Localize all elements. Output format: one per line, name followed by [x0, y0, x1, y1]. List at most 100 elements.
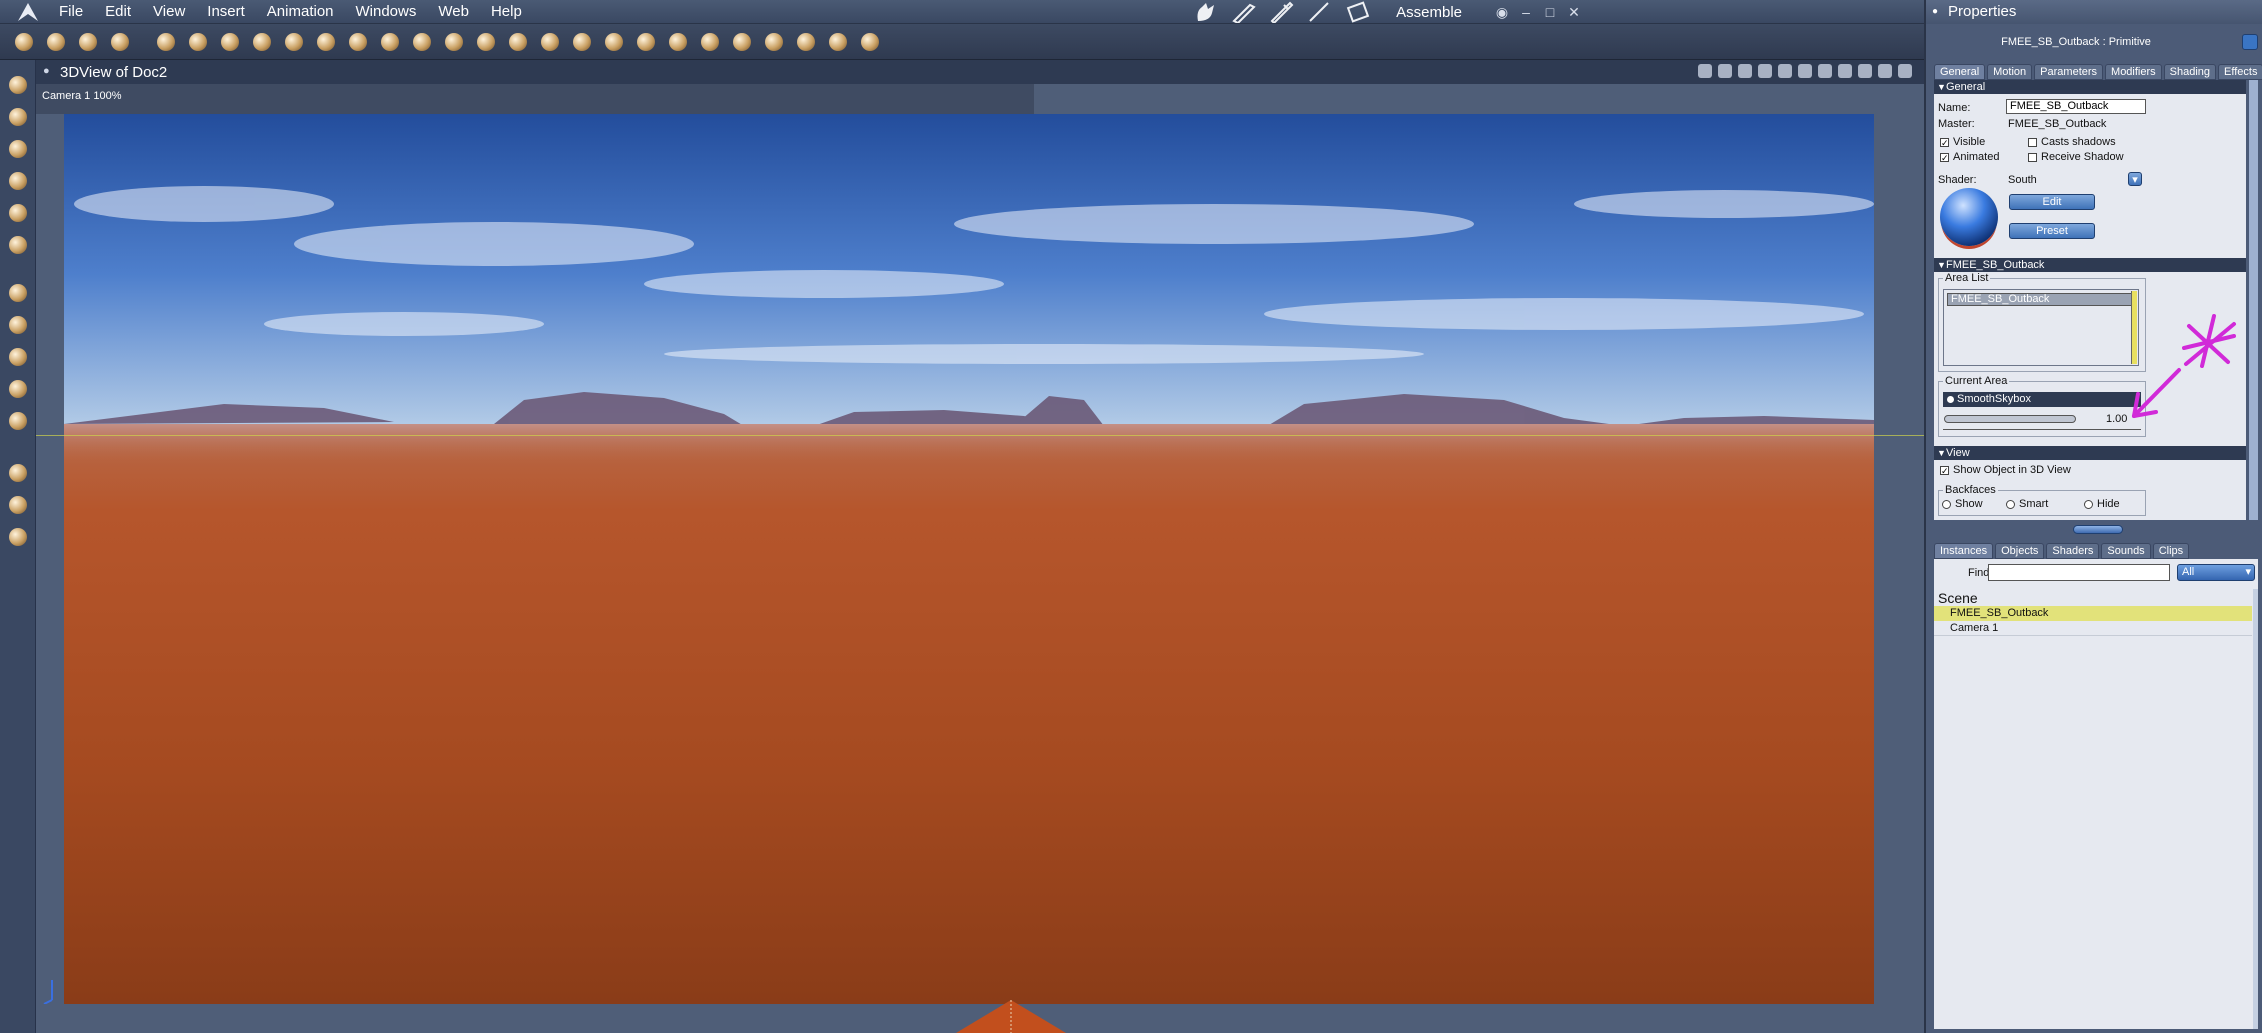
- section-general-header[interactable]: ▼ General: [1934, 80, 2246, 94]
- collapse-triangle-icon[interactable]: ▼: [1937, 258, 1946, 272]
- layers-icon[interactable]: [5, 408, 31, 434]
- text-primitive-icon[interactable]: [312, 28, 340, 56]
- casts-shadows-checkbox[interactable]: [2028, 138, 2037, 147]
- menu-edit[interactable]: Edit: [94, 0, 142, 24]
- backfaces-hide-radio[interactable]: [2084, 500, 2093, 509]
- twist-tool-icon[interactable]: [5, 168, 31, 194]
- tab-shaders[interactable]: Shaders: [2046, 543, 2100, 559]
- move-axis-icon[interactable]: [5, 312, 31, 338]
- plane-primitive-icon[interactable]: [536, 28, 564, 56]
- 3d-viewport[interactable]: Camera 1 100%: [36, 84, 1924, 1033]
- room-hand-icon[interactable]: [1192, 1, 1220, 23]
- menu-web[interactable]: Web: [427, 0, 480, 24]
- move-tool-icon[interactable]: [5, 280, 31, 306]
- hand-primitive-icon[interactable]: [472, 28, 500, 56]
- tab-modifiers[interactable]: Modifiers: [2105, 64, 2162, 80]
- lock-icon[interactable]: [1798, 64, 1812, 78]
- globe-primitive-icon[interactable]: [216, 28, 244, 56]
- shield-icon[interactable]: [1778, 64, 1792, 78]
- visible-checkbox[interactable]: ✓: [1940, 138, 1949, 148]
- sphere-primitive-icon[interactable]: [152, 28, 180, 56]
- room-feather-icon[interactable]: [1306, 1, 1334, 23]
- cube-icon[interactable]: [1858, 64, 1872, 78]
- layout-grid-icon[interactable]: [1758, 64, 1772, 78]
- section-object-header[interactable]: ▼ FMEE_SB_Outback: [1934, 258, 2246, 272]
- scale-tool-icon[interactable]: [5, 344, 31, 370]
- receive-shadow-checkbox[interactable]: [2028, 153, 2037, 162]
- terrain-primitive-icon[interactable]: [376, 28, 404, 56]
- list-item[interactable]: Camera 1: [1934, 621, 2252, 636]
- area-list-item[interactable]: FMEE_SB_Outback: [1947, 293, 2133, 306]
- box-select-icon[interactable]: [5, 104, 31, 130]
- menu-windows[interactable]: Windows: [345, 0, 428, 24]
- navigation-icon[interactable]: [1818, 64, 1832, 78]
- visibility-icon[interactable]: ◉: [1490, 4, 1514, 21]
- camera-icon[interactable]: [5, 460, 31, 486]
- tab-parameters[interactable]: Parameters: [2034, 64, 2104, 80]
- cluster-primitive-icon[interactable]: [504, 28, 532, 56]
- maximize-button[interactable]: □: [1538, 4, 1562, 20]
- cylinder-primitive-icon[interactable]: [632, 28, 660, 56]
- agc-primitive-icon[interactable]: [568, 28, 596, 56]
- tab-general[interactable]: General: [1934, 64, 1986, 80]
- animated-checkbox[interactable]: ✓: [1940, 153, 1949, 163]
- collapse-triangle-icon[interactable]: ▼: [1937, 80, 1946, 94]
- layout-quad-icon[interactable]: [1738, 64, 1752, 78]
- show-object-checkbox[interactable]: ✓: [1940, 466, 1949, 476]
- tab-motion[interactable]: Motion: [1987, 64, 2033, 80]
- room-brush-icon[interactable]: [1230, 1, 1258, 23]
- close-button[interactable]: ✕: [1562, 4, 1586, 21]
- menu-insert[interactable]: Insert: [196, 0, 256, 24]
- edit-button[interactable]: Edit: [2009, 194, 2095, 210]
- menu-help[interactable]: Help: [480, 0, 533, 24]
- brush-tool-icon[interactable]: [5, 232, 31, 258]
- panel-menu-icon[interactable]: ●: [1932, 0, 1938, 24]
- house-primitive-icon[interactable]: [600, 28, 628, 56]
- area-slider-value[interactable]: 1.00: [2106, 413, 2127, 425]
- layout-single-icon[interactable]: [1698, 64, 1712, 78]
- library-scrollbar[interactable]: [2253, 589, 2258, 1029]
- spider-primitive-icon[interactable]: [760, 28, 788, 56]
- minimize-button[interactable]: –: [1514, 4, 1538, 20]
- room-render-icon[interactable]: [1344, 1, 1372, 23]
- tab-clips[interactable]: Clips: [2152, 543, 2190, 559]
- tab-shading[interactable]: Shading: [2163, 64, 2217, 80]
- menu-animation[interactable]: Animation: [256, 0, 345, 24]
- filter-select[interactable]: All ▾: [2177, 564, 2255, 581]
- axis-icon[interactable]: [1838, 64, 1852, 78]
- backfaces-show-radio[interactable]: [1942, 500, 1951, 509]
- list-item-selected[interactable]: FMEE_SB_Outback: [1934, 606, 2252, 621]
- menu-view[interactable]: View: [142, 0, 196, 24]
- pencil-tool-icon[interactable]: [10, 28, 38, 56]
- properties-scrollbar[interactable]: [2248, 80, 2258, 520]
- brush-tool-icon[interactable]: [74, 28, 102, 56]
- preset-button[interactable]: Preset: [2009, 223, 2095, 239]
- zoom-magnifier-icon[interactable]: [5, 524, 31, 550]
- collapse-triangle-icon[interactable]: ▼: [1937, 446, 1946, 460]
- solid-sphere-icon[interactable]: [1878, 64, 1892, 78]
- shader-preview-ball[interactable]: [1940, 188, 1998, 246]
- scene-render[interactable]: [64, 114, 1874, 1004]
- backfaces-smart-radio[interactable]: [2006, 500, 2015, 509]
- shader-dropdown-button[interactable]: ▾: [2128, 172, 2142, 186]
- area-list-scrollbar[interactable]: [2131, 291, 2137, 364]
- rock-primitive-icon[interactable]: [696, 28, 724, 56]
- pan-hand-icon[interactable]: [5, 492, 31, 518]
- room-pen-icon[interactable]: [1268, 1, 1296, 23]
- shaded-sphere-icon[interactable]: [1898, 64, 1912, 78]
- tab-objects[interactable]: Objects: [1995, 543, 2045, 559]
- area-list[interactable]: FMEE_SB_Outback: [1943, 289, 2139, 366]
- panel-splitter-handle[interactable]: [2073, 525, 2123, 534]
- find-input[interactable]: [1988, 564, 2170, 581]
- section-view-header[interactable]: ▼ View: [1934, 446, 2246, 460]
- wand-primitive-icon[interactable]: [728, 28, 756, 56]
- tab-effects[interactable]: Effects: [2218, 64, 2262, 80]
- torus-primitive-icon[interactable]: [280, 28, 308, 56]
- viewport-menu-icon[interactable]: ●: [43, 65, 50, 77]
- hand-tool-icon[interactable]: [42, 28, 70, 56]
- bone-primitive-icon[interactable]: [248, 28, 276, 56]
- name-field[interactable]: FMEE_SB_Outback: [2006, 99, 2146, 114]
- arrow-select-icon[interactable]: [5, 72, 31, 98]
- gear-primitive-icon[interactable]: [344, 28, 372, 56]
- bowl-primitive-icon[interactable]: [664, 28, 692, 56]
